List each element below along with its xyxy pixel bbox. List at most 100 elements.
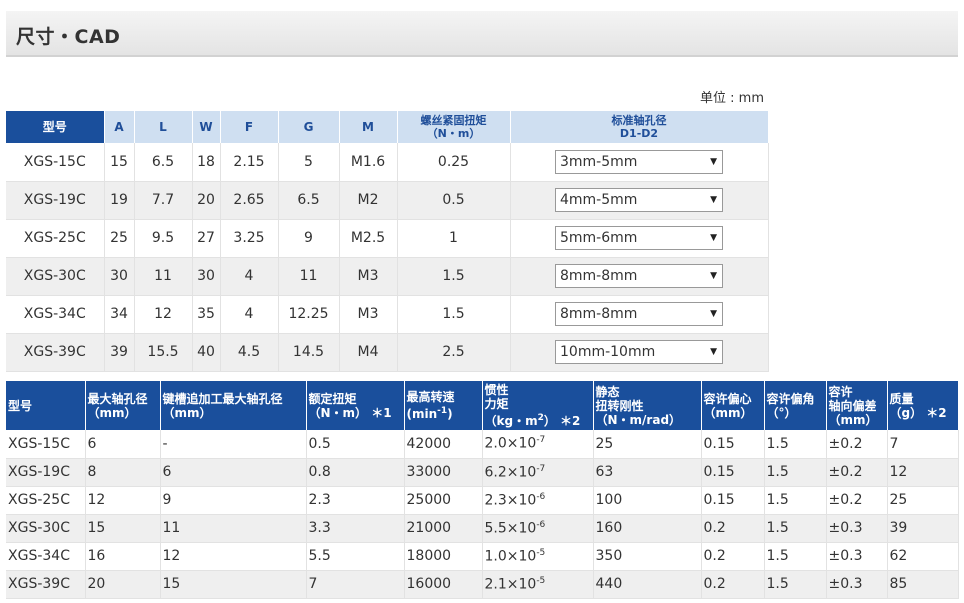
table-row: XGS-15C 6 - 0.5 42000 2.0×10-7 25 0.15 1…	[6, 430, 959, 459]
cell-bore: 8mm-8mm ▼	[510, 295, 769, 334]
col-header-mass: 质量 （g） ＊2	[887, 381, 959, 430]
header-unit: （N・m）	[308, 405, 368, 420]
bore-select[interactable]: 3mm-5mm ▼	[555, 149, 723, 174]
cell-keyway: 6	[160, 458, 307, 487]
cell-keyway: 15	[160, 570, 307, 599]
cell-max-bore: 6	[85, 430, 161, 459]
col-header-keyway-max-bore: 键槽追加工最大轴孔径 （mm）	[160, 381, 307, 430]
col-header-inertia: 惯性 力矩 （kg・m2） ＊2	[482, 381, 594, 430]
cell-m: M2.5	[339, 219, 398, 258]
header-text: 容许偏心	[703, 391, 752, 406]
cell-max-bore: 12	[85, 486, 161, 515]
page-title: 尺寸・CAD	[16, 26, 121, 48]
header-unit-exponent: -1	[437, 406, 448, 416]
cell-stiffness: 350	[593, 542, 702, 571]
cell-w: 27	[192, 219, 221, 258]
table-row: XGS-39C 20 15 7 16000 2.1×10-5 440 0.2 1…	[6, 570, 959, 599]
header-unit: （kg・m	[484, 414, 538, 428]
table-row: XGS-30C 15 11 3.3 21000 5.5×10-6 160 0.2…	[6, 514, 959, 543]
cell-w: 35	[192, 295, 221, 334]
cell-g: 14.5	[278, 333, 340, 372]
cell-bore: 10mm-10mm ▼	[510, 333, 769, 372]
header-unit: （mm）	[828, 412, 878, 427]
cell-stiffness: 25	[593, 430, 702, 459]
table-row: XGS-19C 19 7.7 20 2.65 6.5 M2 0.5 4mm-5m…	[6, 181, 769, 220]
cell-axial: ±0.3	[826, 570, 888, 599]
chevron-down-icon: ▼	[710, 347, 717, 357]
cell-rated-torque: 0.5	[306, 430, 405, 459]
cell-inertia: 5.5×10-6	[482, 514, 594, 543]
cell-g: 6.5	[278, 181, 340, 220]
bore-select-value: 5mm-6mm	[560, 230, 638, 246]
col-header-torsional-stiffness: 静态 扭转刚性 （N・m/rad）	[593, 381, 702, 430]
cell-f: 2.15	[220, 143, 279, 182]
header-unit: （g）	[889, 405, 923, 420]
cell-f: 4.5	[220, 333, 279, 372]
bore-select-value: 3mm-5mm	[560, 153, 638, 170]
cell-inertia: 6.2×10-7	[482, 458, 594, 487]
cell-a: 34	[104, 295, 135, 334]
cell-l: 6.5	[134, 143, 193, 182]
footnote-marker: ＊2	[560, 414, 581, 428]
inertia-exponent: -5	[536, 547, 546, 558]
cell-g: 11	[278, 257, 340, 296]
header-text: 扭转刚性	[595, 398, 644, 413]
inertia-base: 2.1×10	[484, 576, 537, 593]
cell-torque: 1.5	[397, 257, 511, 296]
header-text: 键槽追加工最大轴孔径	[162, 391, 283, 406]
cell-stiffness: 160	[593, 514, 702, 543]
section-header: 尺寸・CAD	[6, 11, 958, 57]
cell-inertia: 2.1×10-5	[482, 570, 594, 599]
header-subtext: D1-D2	[619, 127, 659, 140]
inertia-base: 6.2×10	[484, 464, 537, 481]
cell-rated-torque: 0.8	[306, 458, 405, 487]
inertia-base: 5.5×10	[484, 520, 537, 537]
header-unit: （N・m/rad）	[595, 412, 682, 427]
cell-l: 7.7	[134, 181, 193, 220]
cell-model: XGS-34C	[6, 542, 86, 571]
cell-axial: ±0.3	[826, 542, 888, 571]
cell-keyway: 9	[160, 486, 307, 515]
cell-eccentric: 0.2	[701, 542, 765, 571]
header-text: 最大轴孔径	[87, 391, 148, 406]
col-header-max-speed: 最高转速 (min-1)	[404, 381, 483, 430]
cell-inertia: 2.3×10-6	[482, 486, 594, 515]
bore-select[interactable]: 4mm-5mm ▼	[555, 188, 723, 212]
cell-eccentric: 0.15	[701, 458, 765, 487]
table-row: XGS-15C 15 6.5 18 2.15 5 M1.6 0.25 3mm-5…	[6, 143, 769, 182]
cell-model: XGS-30C	[6, 257, 105, 296]
col-header-model: 型号	[6, 111, 105, 143]
cell-max-bore: 15	[85, 514, 161, 543]
inertia-exponent: -7	[536, 463, 546, 474]
bore-select[interactable]: 8mm-8mm ▼	[555, 302, 723, 326]
bore-select[interactable]: 10mm-10mm ▼	[555, 340, 723, 364]
cell-model: XGS-39C	[6, 570, 86, 599]
header-unit: （mm）	[87, 405, 137, 420]
bore-select[interactable]: 5mm-6mm ▼	[555, 226, 723, 250]
cell-rated-torque: 5.5	[306, 542, 405, 571]
cell-f: 2.65	[220, 181, 279, 220]
cell-m: M3	[339, 257, 398, 296]
header-unit: （°）	[766, 405, 797, 420]
header-unit: （N・m）	[426, 127, 481, 140]
inertia-base: 2.0×10	[484, 436, 537, 453]
cell-l: 12	[134, 295, 193, 334]
inertia-exponent: -7	[536, 435, 546, 446]
header-text: 静态	[595, 384, 620, 399]
col-header-rated-torque: 额定扭矩 （N・m） ＊1	[306, 381, 405, 430]
cell-rated-torque: 7	[306, 570, 405, 599]
cell-l: 15.5	[134, 333, 193, 372]
header-text: 容许	[828, 384, 853, 399]
cell-max-speed: 16000	[404, 570, 483, 599]
cell-torque: 2.5	[397, 333, 511, 372]
col-header-m: M	[339, 111, 398, 143]
cell-axial: ±0.2	[826, 486, 888, 515]
cell-eccentric: 0.2	[701, 514, 765, 543]
cell-axial: ±0.3	[826, 514, 888, 543]
header-text: 轴向偏差	[828, 398, 877, 413]
cell-mass: 62	[887, 542, 959, 571]
header-unit-close: )	[447, 407, 453, 421]
bore-select[interactable]: 8mm-8mm ▼	[555, 264, 723, 288]
cell-axial: ±0.2	[826, 458, 888, 487]
inertia-exponent: -6	[536, 491, 546, 502]
